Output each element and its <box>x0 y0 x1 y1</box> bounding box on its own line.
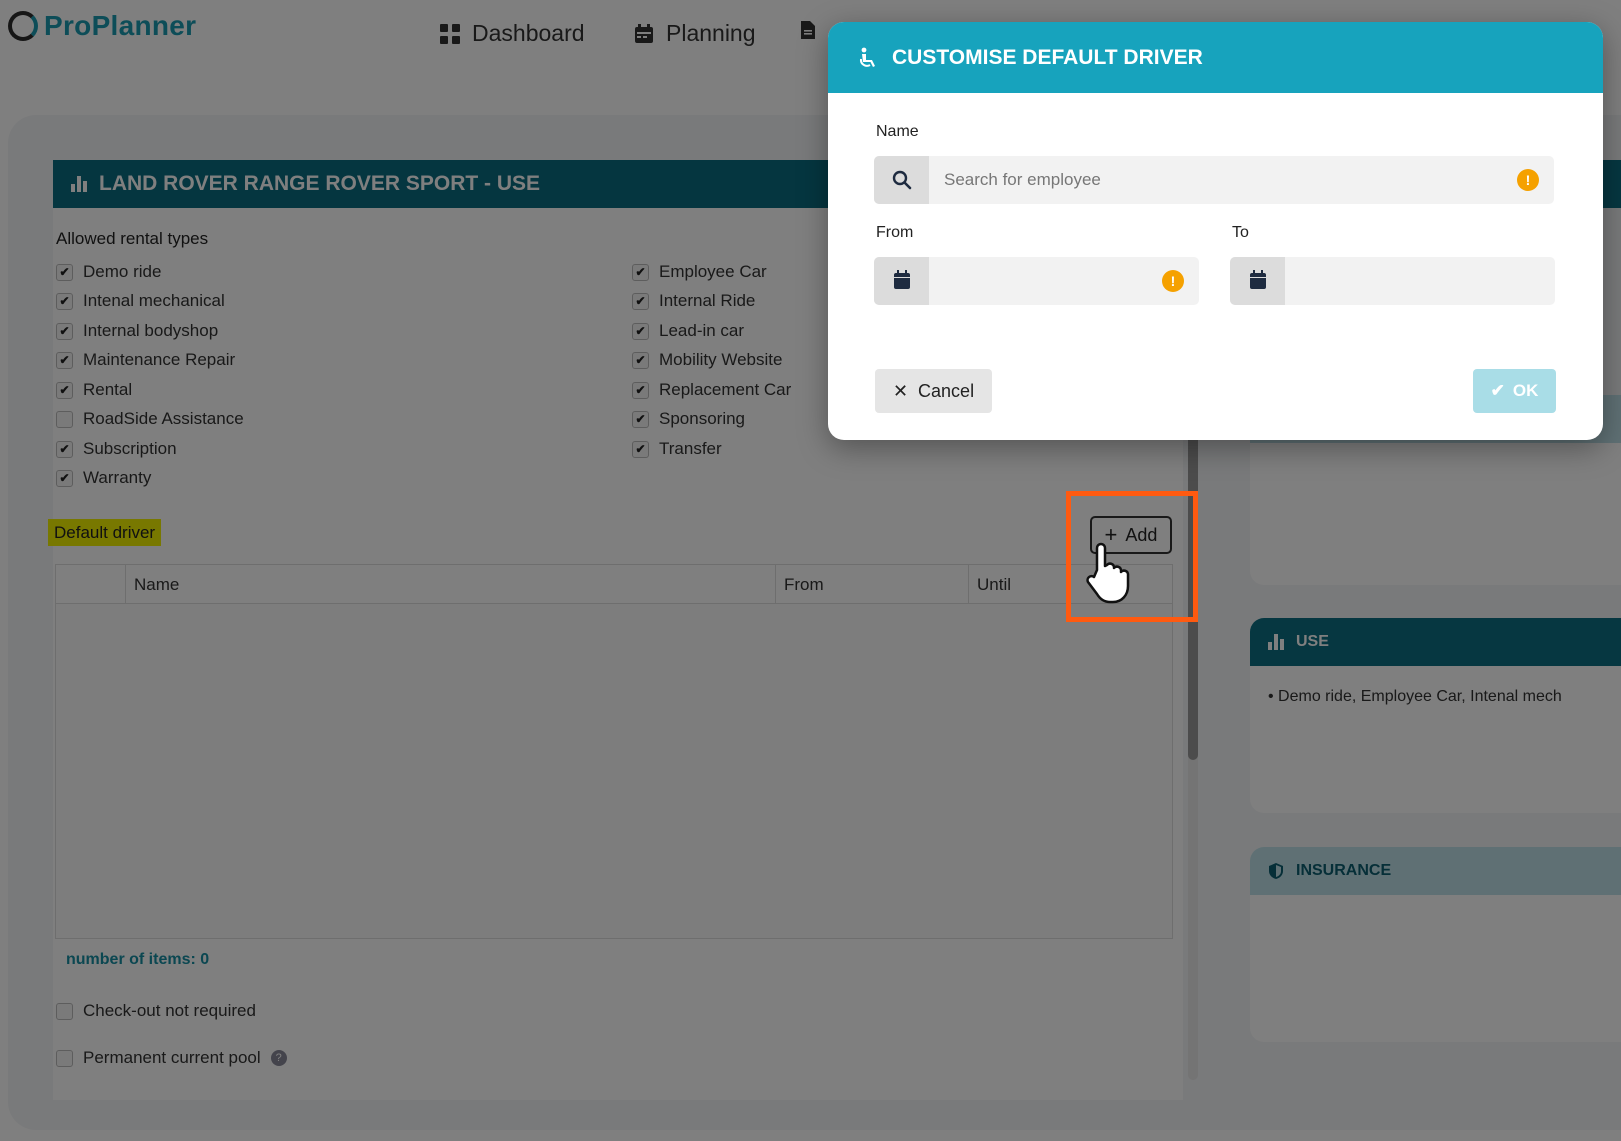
to-calendar-button[interactable] <box>1230 257 1285 305</box>
wheelchair-seat-icon <box>859 47 875 67</box>
customise-driver-dialog: CUSTOMISE DEFAULT DRIVER Name Search for… <box>828 22 1603 440</box>
dialog-title: CUSTOMISE DEFAULT DRIVER <box>892 45 1203 69</box>
employee-search-input[interactable]: Search for employee ! <box>929 156 1554 204</box>
calendar-icon <box>1249 270 1266 289</box>
from-field-label: From <box>876 224 914 241</box>
to-date-input[interactable] <box>1285 257 1555 305</box>
from-calendar-button[interactable] <box>874 257 929 305</box>
close-icon: ✕ <box>892 380 909 401</box>
ok-button-label: OK <box>1512 381 1539 400</box>
employee-search-placeholder: Search for employee <box>944 170 1101 189</box>
dialog-header: CUSTOMISE DEFAULT DRIVER <box>828 22 1603 93</box>
ok-button[interactable]: ✔ OK <box>1473 369 1556 413</box>
cancel-button[interactable]: ✕ Cancel <box>875 369 992 413</box>
from-date-field[interactable]: ! <box>874 257 1199 305</box>
from-date-input[interactable]: ! <box>929 257 1199 305</box>
search-icon <box>892 170 911 190</box>
check-icon: ✔ <box>1490 381 1505 400</box>
search-addon[interactable] <box>874 156 929 204</box>
to-field-label: To <box>1232 224 1249 241</box>
calendar-icon <box>893 270 910 289</box>
hand-cursor-icon <box>1086 542 1130 604</box>
name-field-label: Name <box>876 123 919 140</box>
warning-icon: ! <box>1517 169 1539 191</box>
employee-search-field[interactable]: Search for employee ! <box>874 156 1554 204</box>
warning-icon: ! <box>1162 270 1184 292</box>
to-date-field[interactable] <box>1230 257 1555 305</box>
cancel-button-label: Cancel <box>918 380 975 401</box>
